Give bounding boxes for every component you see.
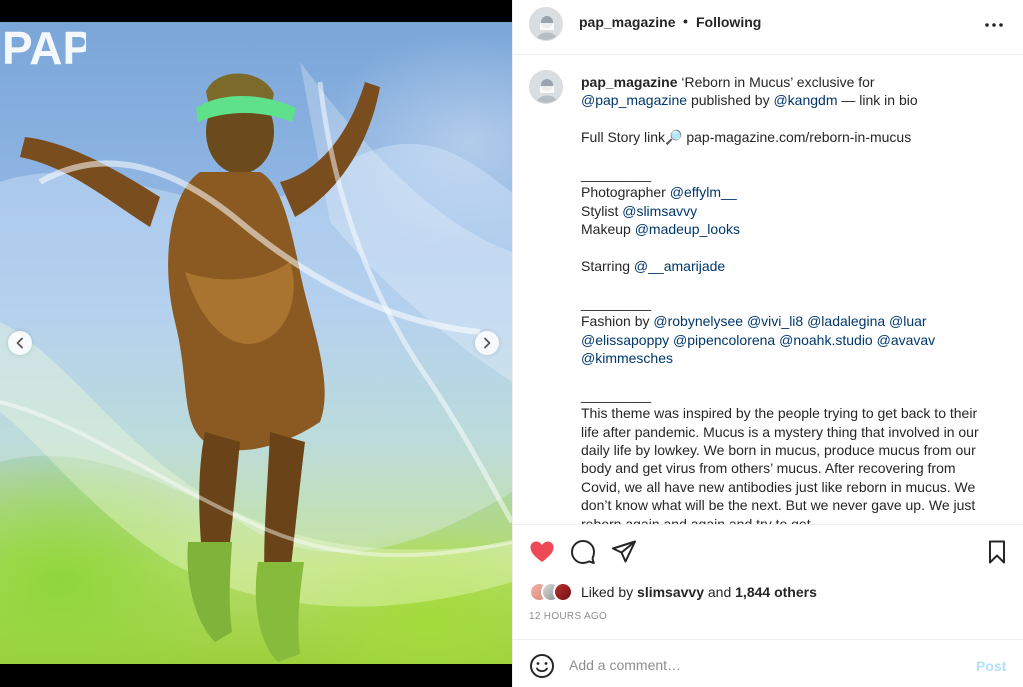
- liker-avatar: [553, 582, 573, 602]
- caption-credit-starring: Starring @__amarijade: [581, 257, 991, 275]
- caption-credit-photographer: Photographer @effylm__: [581, 183, 991, 201]
- bookmark-icon[interactable]: [984, 539, 1010, 565]
- caption-credit-stylist: Stylist @slimsavvy: [581, 202, 991, 220]
- comment-icon[interactable]: [570, 539, 596, 565]
- caption-author-avatar[interactable]: [529, 70, 563, 104]
- caption-divider: _________: [581, 386, 652, 403]
- caption-text: published by: [687, 92, 774, 109]
- caption-full-story: Full Story link🔎 pap-magazine.com/reborn…: [581, 129, 912, 146]
- pap-logo-text: PAP: [2, 22, 86, 70]
- credit-label: Photographer: [581, 184, 670, 201]
- post-side-panel: pap_magazine • Following pap_magazine ‘R…: [512, 0, 1023, 687]
- mention-link[interactable]: @ladalegina: [807, 313, 885, 329]
- caption-username[interactable]: pap_magazine: [581, 74, 677, 90]
- pap-logo: PAP: [2, 22, 86, 70]
- likes-prefix: Liked by: [581, 584, 638, 600]
- chevron-right-icon: [484, 337, 491, 349]
- post-header: pap_magazine • Following: [513, 0, 1023, 55]
- post-actions: Liked by slimsavvy and 1,844 others 12 H…: [513, 524, 1023, 639]
- mention-link[interactable]: @vivi_li8: [747, 313, 803, 329]
- share-icon[interactable]: [611, 539, 637, 565]
- caption-text: — link in bio: [837, 92, 918, 109]
- caption-area: pap_magazine ‘Reborn in Mucus’ exclusive…: [513, 56, 1023, 524]
- likes-summary[interactable]: Liked by slimsavvy and 1,844 others: [529, 581, 817, 603]
- carousel-prev-button[interactable]: [8, 331, 32, 355]
- author-avatar[interactable]: [529, 7, 563, 41]
- caption-text: ‘Reborn in Mucus’ exclusive for: [677, 74, 875, 90]
- emoji-icon[interactable]: [529, 653, 555, 679]
- post-timestamp[interactable]: 12 HOURS AGO: [529, 611, 607, 622]
- author-username[interactable]: pap_magazine: [579, 14, 675, 30]
- comment-bar: Post: [513, 639, 1023, 687]
- mention-link[interactable]: @pipencolorena: [673, 332, 775, 348]
- mention-link[interactable]: @luar: [889, 313, 927, 329]
- credit-label: Fashion by: [581, 313, 654, 330]
- header-separator: •: [683, 13, 688, 29]
- mention-link[interactable]: @noahk.studio: [779, 332, 873, 348]
- mention-link[interactable]: @kangdm: [773, 92, 837, 108]
- credit-label: Stylist: [581, 202, 623, 219]
- liked-by-user[interactable]: slimsavvy: [637, 584, 704, 600]
- post-photo[interactable]: PAP: [0, 22, 512, 664]
- mention-link[interactable]: @__amarijade: [634, 258, 725, 274]
- following-button[interactable]: Following: [696, 14, 761, 30]
- likes-middle: and: [704, 584, 736, 600]
- caption-credit-makeup: Makeup @madeup_looks: [581, 220, 991, 238]
- mention-link[interactable]: @avavav: [877, 332, 936, 348]
- avatar-image: [530, 8, 562, 40]
- caption-divider: _________: [581, 294, 652, 311]
- post-media: PAP: [0, 0, 512, 687]
- chevron-left-icon: [16, 337, 23, 349]
- likes-count[interactable]: 1,844 others: [735, 584, 817, 600]
- caption-divider: _________: [581, 166, 652, 182]
- mention-link[interactable]: @kimmesches: [581, 350, 673, 366]
- caption-body: This theme was inspired by the people tr…: [581, 405, 979, 524]
- mention-link[interactable]: @madeup_looks: [635, 221, 740, 237]
- likes-text: Liked by slimsavvy and 1,844 others: [581, 584, 817, 600]
- post-caption: pap_magazine ‘Reborn in Mucus’ exclusive…: [581, 73, 991, 524]
- mention-link[interactable]: @robynelysee: [653, 313, 743, 329]
- comment-input[interactable]: [569, 653, 969, 677]
- mention-link[interactable]: @effylm__: [670, 184, 737, 200]
- heart-icon[interactable]: [529, 539, 555, 565]
- avatar-image: [530, 71, 562, 103]
- caption-intro: pap_magazine ‘Reborn in Mucus’ exclusive…: [581, 73, 991, 110]
- mention-link[interactable]: @pap_magazine: [581, 92, 687, 108]
- credit-label: Makeup: [581, 221, 635, 238]
- post-comment-button[interactable]: Post: [976, 658, 1006, 674]
- caption-credit-fashion: Fashion by @robynelysee @vivi_li8 @ladal…: [581, 312, 991, 367]
- credit-label: Starring: [581, 258, 634, 275]
- photo-illustration: [0, 62, 512, 662]
- more-icon[interactable]: [983, 14, 1005, 36]
- mention-link[interactable]: @elissapoppy: [581, 332, 669, 348]
- carousel-next-button[interactable]: [475, 331, 499, 355]
- mention-link[interactable]: @slimsavvy: [622, 203, 697, 219]
